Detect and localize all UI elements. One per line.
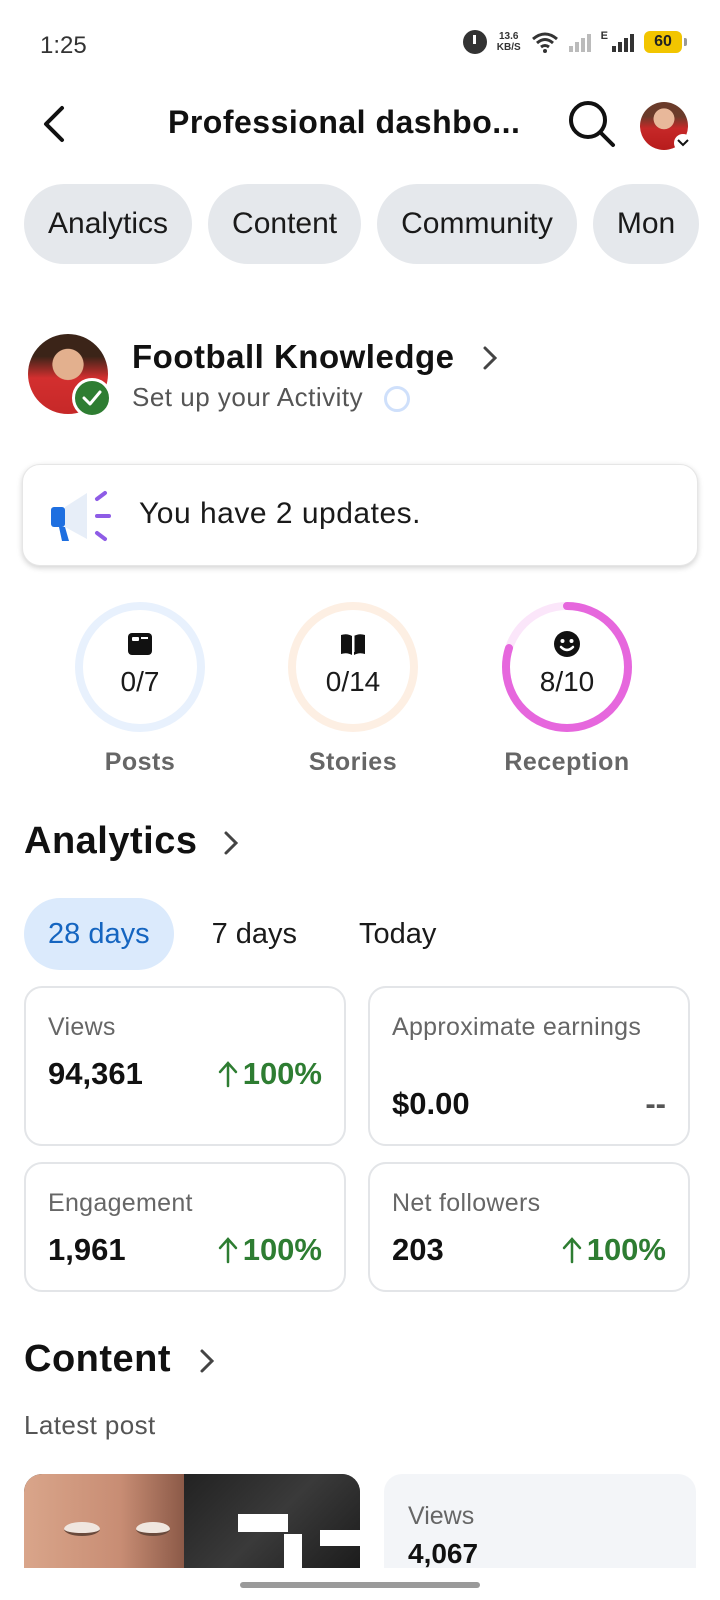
network-type: E	[600, 30, 608, 42]
stat-posts-value: 0/7	[120, 666, 160, 697]
range-7-days[interactable]: 7 days	[188, 898, 321, 970]
arrow-up-icon	[218, 1237, 237, 1264]
post-views-value: 4,067	[408, 1538, 479, 1569]
metric-card-net-followers[interactable]: Net followers 203 100%	[368, 1162, 690, 1292]
signal-sim1-icon	[568, 32, 591, 52]
metric-card-views[interactable]: Views 94,361 100%	[24, 986, 346, 1146]
arrow-up-icon	[218, 1061, 237, 1088]
chevron-right-icon[interactable]	[198, 1348, 216, 1374]
status-icons: 13.6 KB/S E 60	[462, 30, 687, 54]
page-title: Professional dashbo...	[168, 104, 521, 140]
updates-text: You have 2 updates.	[139, 497, 421, 530]
content-section-title[interactable]: Content	[24, 1338, 171, 1381]
metric-value: 203	[392, 1232, 444, 1267]
page-profile[interactable]: Football Knowledge Set up your Activity	[28, 334, 688, 418]
dashboard-tabs: Analytics Content Community Mon	[24, 184, 700, 264]
smiley-icon	[554, 631, 580, 657]
verified-check-icon	[72, 378, 112, 418]
chevron-down-icon	[674, 134, 692, 152]
tab-monetization[interactable]: Mon	[592, 184, 700, 264]
network-speed-value: 13.6	[498, 31, 519, 42]
range-28-days[interactable]: 28 days	[24, 898, 174, 970]
network-speed: 13.6 KB/S	[497, 31, 521, 53]
post-views-label: Views	[408, 1502, 475, 1530]
tab-community[interactable]: Community	[377, 184, 577, 264]
latest-post-label: Latest post	[24, 1410, 156, 1440]
back-arrow-icon[interactable]	[36, 100, 76, 148]
stat-posts-label: Posts	[104, 748, 176, 776]
tab-content[interactable]: Content	[208, 184, 362, 264]
search-icon[interactable]	[566, 98, 618, 150]
range-today[interactable]: Today	[335, 898, 460, 970]
stat-stories-label: Stories	[308, 748, 398, 776]
gesture-nav-bar[interactable]	[240, 1582, 480, 1588]
updates-card[interactable]: You have 2 updates.	[22, 464, 698, 566]
profile-name: Football Knowledge	[132, 338, 455, 375]
stat-stories-value: 0/14	[325, 666, 381, 697]
status-time: 1:25	[40, 32, 87, 59]
date-range-tabs: 28 days 7 days Today	[24, 898, 474, 970]
account-switcher-avatar[interactable]	[640, 102, 692, 152]
stat-stories[interactable]: 0/14 Stories	[253, 600, 453, 790]
stat-reception[interactable]: 8/10 Reception	[467, 600, 667, 790]
stat-reception-label: Reception	[504, 748, 630, 776]
metric-value: 1,961	[48, 1232, 126, 1267]
wifi-icon	[531, 32, 558, 53]
metric-change: 100%	[561, 1232, 666, 1268]
analytics-section-title[interactable]: Analytics	[24, 820, 197, 863]
megaphone-icon	[51, 491, 111, 541]
status-bar: 1:25 13.6 KB/S E 60	[0, 0, 720, 92]
stat-posts[interactable]: 0/7 Posts	[40, 600, 240, 790]
metric-change: 100%	[217, 1232, 322, 1268]
app-header: Professional dashbo...	[0, 92, 720, 156]
metric-label: Engagement	[48, 1189, 193, 1217]
battery-level: 60	[654, 33, 672, 50]
metric-label: Views	[48, 1013, 116, 1041]
metric-card-engagement[interactable]: Engagement 1,961 100%	[24, 1162, 346, 1292]
metric-change-value: 100%	[242, 1232, 322, 1267]
metric-value: $0.00	[392, 1086, 470, 1121]
signal-sim2-icon	[612, 32, 634, 52]
latest-post-thumbnail[interactable]	[24, 1474, 360, 1568]
stat-reception-value: 8/10	[539, 666, 595, 697]
metric-change-value: 100%	[242, 1056, 322, 1091]
chevron-right-icon[interactable]	[222, 830, 240, 856]
battery-icon: 60	[644, 31, 687, 53]
book-icon	[341, 634, 365, 655]
tab-analytics[interactable]: Analytics	[24, 184, 193, 264]
alarm-icon	[462, 30, 487, 54]
latest-post-stats[interactable]: Views 4,067	[384, 1474, 696, 1569]
chevron-right-icon	[483, 346, 498, 370]
metric-change-value: 100%	[586, 1232, 666, 1267]
metric-card-earnings[interactable]: Approximate earnings $0.00 --	[368, 986, 690, 1146]
loading-spinner-icon	[384, 386, 410, 412]
metric-change-value: --	[645, 1086, 666, 1121]
arrow-up-icon	[562, 1237, 581, 1264]
metric-label: Net followers	[392, 1189, 541, 1217]
profile-subtitle: Set up your Activity	[132, 382, 364, 412]
metric-value: 94,361	[48, 1056, 143, 1091]
network-speed-unit: KB/S	[496, 42, 521, 53]
metric-label: Approximate earnings	[392, 1013, 642, 1041]
metric-change: 100%	[217, 1056, 322, 1092]
post-icon	[128, 633, 152, 655]
